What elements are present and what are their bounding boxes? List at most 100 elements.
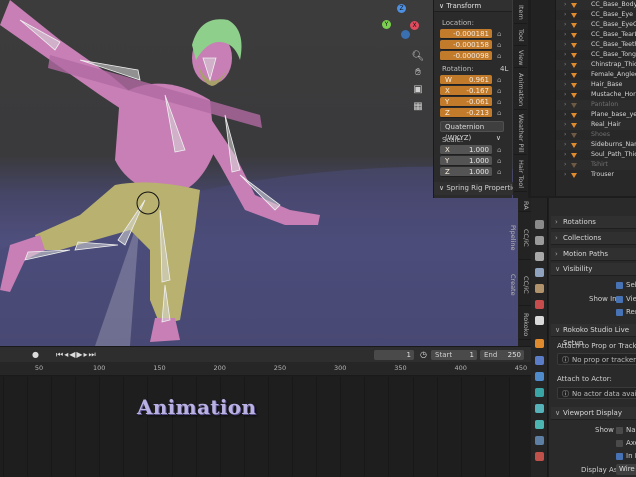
expand-arrow-icon[interactable]: › xyxy=(564,20,566,30)
modifier-icon[interactable] xyxy=(535,356,544,365)
gizmo-x-axis-icon[interactable]: X xyxy=(410,21,419,30)
rotation-mode-dropdown[interactable]: Quaternion (WXYZ) ∨ xyxy=(440,121,504,142)
outliner-item[interactable]: › Chinstrap_Thick xyxy=(556,60,636,70)
expand-arrow-icon[interactable]: › xyxy=(564,30,566,40)
in-front-checkbox[interactable] xyxy=(616,453,623,460)
lock-icon[interactable]: ⌂ xyxy=(497,76,505,84)
expand-arrow-icon[interactable]: › xyxy=(564,70,566,80)
spring-rig-panel[interactable]: ∨ Spring Rig Properties xyxy=(434,182,513,195)
location-z-field[interactable]: -0.000098 xyxy=(440,51,492,61)
grid-icon[interactable]: ▦ xyxy=(411,100,425,114)
lock-icon[interactable]: ⌂ xyxy=(497,157,505,165)
rotation-x-field[interactable]: X -0.167 xyxy=(440,86,492,96)
lock-icon[interactable]: ⌂ xyxy=(497,30,505,38)
rotation-mode-badge[interactable]: 4L xyxy=(500,65,508,73)
object-icon[interactable] xyxy=(535,339,544,348)
texture-icon[interactable] xyxy=(535,452,544,461)
timeline-area[interactable] xyxy=(0,377,531,477)
expand-arrow-icon[interactable]: › xyxy=(564,60,566,70)
bone-icon[interactable] xyxy=(535,436,544,445)
end-frame-field[interactable]: End 250 xyxy=(480,350,524,360)
outliner-item[interactable]: › Plane_base_yellow xyxy=(556,110,636,120)
outliner-item[interactable]: › Shoes xyxy=(556,130,636,140)
axes-checkbox[interactable] xyxy=(616,440,623,447)
lock-icon[interactable]: ⌂ xyxy=(497,41,505,49)
expand-arrow-icon[interactable]: › xyxy=(564,130,566,140)
show-viewport-checkbox[interactable] xyxy=(616,296,623,303)
outliner-item[interactable]: › Soul_Path_Thick xyxy=(556,150,636,160)
world-icon[interactable] xyxy=(535,300,544,309)
lock-icon[interactable]: ⌂ xyxy=(497,168,505,176)
panel-viewport-display[interactable]: ∨ Viewport Display xyxy=(551,407,636,420)
location-y-field[interactable]: -0.000158 xyxy=(440,40,492,50)
panel-motion-paths[interactable]: › Motion Paths xyxy=(551,248,636,261)
current-frame-field[interactable]: 1 xyxy=(374,350,414,360)
expand-arrow-icon[interactable]: › xyxy=(564,160,566,170)
selectable-checkbox[interactable] xyxy=(616,282,623,289)
outliner-item[interactable]: › CC_Base_Eye xyxy=(556,10,636,20)
tab-tool[interactable]: Tool xyxy=(514,26,527,46)
outliner-item[interactable]: › Real_Hair xyxy=(556,120,636,130)
tab-weather-pill[interactable]: Weather Pill xyxy=(514,113,527,155)
expand-arrow-icon[interactable]: › xyxy=(564,120,566,130)
tab-view[interactable]: View xyxy=(514,48,527,68)
rotation-w-field[interactable]: W 0.961 xyxy=(440,75,492,85)
render-icon[interactable] xyxy=(535,236,544,245)
scene-icon[interactable] xyxy=(535,284,544,293)
expand-arrow-icon[interactable]: › xyxy=(564,100,566,110)
tool-icon[interactable] xyxy=(535,220,544,229)
expand-arrow-icon[interactable]: › xyxy=(564,40,566,50)
panel-rokoko-setup[interactable]: ∨ Rokoko Studio Live Setup xyxy=(551,324,636,347)
expand-arrow-icon[interactable]: › xyxy=(564,50,566,60)
tab-hair-tool[interactable]: Hair Tool xyxy=(514,158,527,192)
clock-icon[interactable]: ◷ xyxy=(420,350,427,360)
scale-y-field[interactable]: Y 1.000 xyxy=(440,156,492,166)
constraints-icon[interactable] xyxy=(535,404,544,413)
outliner-item[interactable]: › Pantalon xyxy=(556,100,636,110)
expand-arrow-icon[interactable]: › xyxy=(564,140,566,150)
navigation-gizmo[interactable]: Z Y X xyxy=(380,2,424,46)
lock-icon[interactable]: ⌂ xyxy=(497,146,505,154)
outliner-item[interactable]: › Tshirt xyxy=(556,160,636,170)
display-as-dropdown[interactable]: Wire xyxy=(616,464,636,475)
hand-icon[interactable]: ✋︎ xyxy=(411,66,425,80)
camera-icon[interactable]: ▣ xyxy=(411,83,425,97)
output-icon[interactable] xyxy=(535,252,544,261)
tab-animation[interactable]: Animation xyxy=(514,70,527,110)
expand-arrow-icon[interactable]: › xyxy=(564,80,566,90)
names-checkbox[interactable] xyxy=(616,427,623,434)
panel-visibility[interactable]: ∨ Visibility xyxy=(551,263,636,276)
lock-icon[interactable]: ⌂ xyxy=(497,109,505,117)
expand-arrow-icon[interactable]: › xyxy=(564,90,566,100)
expand-arrow-icon[interactable]: › xyxy=(564,170,566,180)
outliner-item[interactable]: › Female_Angled xyxy=(556,70,636,80)
start-frame-field[interactable]: Start 1 xyxy=(431,350,477,360)
view-layer-icon[interactable] xyxy=(535,268,544,277)
outliner-item[interactable]: › CC_Base_Body xyxy=(556,0,636,10)
outliner-item[interactable]: › CC_Base_TearLine xyxy=(556,30,636,40)
rotation-y-field[interactable]: Y -0.061 xyxy=(440,97,492,107)
magnifier-icon[interactable]: 🔍︎ xyxy=(411,50,425,64)
outliner-item[interactable]: › Mustache_Horseshoe xyxy=(556,90,636,100)
scale-z-field[interactable]: Z 1.000 xyxy=(440,167,492,177)
location-x-field[interactable]: -0.000181 xyxy=(440,29,492,39)
panel-rotations[interactable]: › Rotations xyxy=(551,216,636,229)
expand-arrow-icon[interactable]: › xyxy=(564,0,566,10)
scale-x-field[interactable]: X 1.000 xyxy=(440,145,492,155)
outliner-item[interactable]: › CC_Base_Tongue xyxy=(556,50,636,60)
expand-arrow-icon[interactable]: › xyxy=(564,150,566,160)
gizmo-y-axis-icon[interactable]: Y xyxy=(382,20,391,29)
collection-icon[interactable] xyxy=(535,316,544,325)
transform-header[interactable]: ∨ Transform xyxy=(434,0,512,12)
outliner[interactable]: › CC_Base_Body › CC_Base_Eye › CC_Base_EyeOcc… xyxy=(555,0,636,196)
outliner-item[interactable]: › Sideburns_Narrow xyxy=(556,140,636,150)
timeline-ruler[interactable]: 50 100 150 200 250 300 350 400 450 xyxy=(0,362,531,376)
gizmo-neg-axis-icon[interactable] xyxy=(401,30,410,39)
gizmo-z-axis-icon[interactable]: Z xyxy=(397,4,406,13)
outliner-item[interactable]: › CC_Base_Teeth xyxy=(556,40,636,50)
tab-item[interactable]: Item xyxy=(514,2,527,24)
expand-arrow-icon[interactable]: › xyxy=(564,110,566,120)
expand-arrow-icon[interactable]: › xyxy=(564,10,566,20)
playback-controls[interactable]: ⏮◂◀▶▸⏭ xyxy=(56,350,97,360)
rotation-z-field[interactable]: Z -0.213 xyxy=(440,108,492,118)
